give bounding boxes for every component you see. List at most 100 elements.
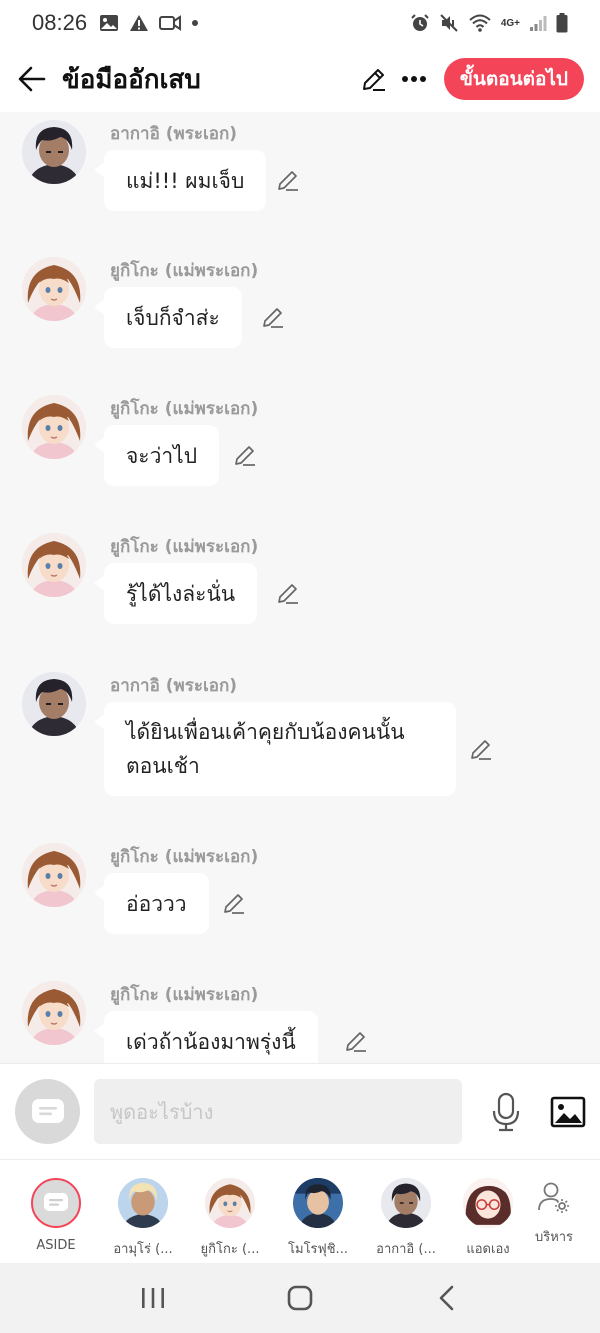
status-system-icons: 4G+: [410, 13, 568, 33]
avatar[interactable]: [22, 981, 86, 1045]
edit-message-button[interactable]: [273, 578, 303, 608]
sender-name: อากาอิ (พระเอก): [110, 676, 238, 696]
avatar[interactable]: [22, 672, 86, 736]
network-type-label: 4G+: [500, 17, 520, 29]
status-bar: 08:26 4G+: [0, 0, 600, 46]
pencil-icon: [471, 740, 491, 760]
edit-message-button[interactable]: [258, 302, 288, 332]
back-nav-button[interactable]: [417, 1268, 477, 1328]
microphone-icon: [492, 1092, 520, 1132]
character-avatar-yukiko: [22, 257, 86, 321]
navigation-bar: [0, 1263, 600, 1333]
chat-area[interactable]: อากาอิ (พระเอก) แม่!!! ผมเจ็บ ยูกิโกะ (แ…: [0, 112, 600, 1063]
avatar[interactable]: [22, 533, 86, 597]
header: ข้อมืออักเสบ ขั้นตอนต่อไป: [0, 46, 600, 112]
message-input[interactable]: [94, 1079, 462, 1144]
video-icon: [159, 15, 182, 31]
next-step-button[interactable]: ขั้นตอนต่อไป: [443, 58, 584, 100]
character-yukiko[interactable]: ยูกิโกะ (...: [188, 1160, 272, 1264]
character-avatar-admin: [463, 1178, 513, 1228]
back-button[interactable]: [2, 49, 62, 109]
pencil-icon: [362, 69, 385, 91]
character-avatar-yukiko: [22, 981, 86, 1045]
dot-icon: [191, 19, 199, 27]
sender-name: อากาอิ (พระเอก): [110, 124, 238, 144]
header-actions: ขั้นตอนต่อไป: [354, 58, 600, 100]
wifi-icon: [468, 13, 492, 33]
message-bubble[interactable]: รู้ได้ไงล่ะนั่น: [93, 563, 258, 624]
message-bubble[interactable]: ได้ยินเพื่อนเค้าคุยกับน้องคนนั้น ตอนเช้า: [94, 702, 456, 796]
pencil-icon: [278, 171, 298, 191]
character-avatar-yukiko: [22, 533, 86, 597]
edit-message-button[interactable]: [230, 440, 260, 470]
avatar[interactable]: [22, 257, 86, 321]
sender-name: ยูกิโกะ (แม่พระเอก): [110, 985, 259, 1005]
avatar[interactable]: [22, 395, 86, 459]
message-mode-button[interactable]: [15, 1079, 80, 1144]
sender-name: ยูกิโกะ (แม่พระเอก): [110, 847, 259, 867]
input-bar: [0, 1063, 600, 1159]
character-akai[interactable]: อากาอิ (...: [364, 1160, 448, 1264]
character-aside[interactable]: ASIDE: [14, 1160, 98, 1264]
pencil-icon: [263, 308, 283, 328]
chat-bubble-icon: [44, 1193, 68, 1211]
message-bubble[interactable]: อ่อววว: [94, 873, 209, 934]
character-label: ยูกิโกะ (...: [200, 1242, 260, 1257]
user-settings-icon: [538, 1182, 569, 1213]
manage-label: บริหาร: [534, 1230, 574, 1245]
arrow-left-icon: [18, 66, 46, 92]
character-label: ASIDE: [36, 1238, 76, 1253]
character-label: โมโรฟุชิ...: [288, 1242, 348, 1257]
character-avatar-akai: [22, 120, 86, 184]
recent-apps-icon: [142, 1288, 165, 1308]
status-notification-icons: [99, 14, 199, 32]
character-avatar-amuro: [118, 1178, 168, 1228]
avatar: [381, 1178, 431, 1228]
message-bubble[interactable]: เจ็บก็จำส่ะ: [94, 287, 242, 348]
character-label: แอดเอง: [466, 1242, 510, 1257]
gallery-icon: [99, 14, 119, 32]
signal-icon: [529, 14, 547, 32]
avatar: [463, 1178, 513, 1228]
pencil-icon: [278, 584, 298, 604]
pencil-icon: [224, 894, 244, 914]
character-bar: ASIDE อามุโร่ (... ยูกิโกะ (... โมโรฟุชิ…: [0, 1159, 600, 1263]
status-time: 08:26: [32, 10, 88, 35]
avatar[interactable]: [22, 843, 86, 907]
edit-message-button[interactable]: [466, 734, 496, 764]
more-options-button[interactable]: [394, 59, 434, 99]
character-admin[interactable]: แอดเอง: [446, 1160, 530, 1264]
manage-characters-button[interactable]: บริหาร: [524, 1160, 584, 1264]
character-avatar-morofushi: [293, 1178, 343, 1228]
voice-input-button[interactable]: [484, 1088, 528, 1136]
character-avatar-yukiko: [22, 395, 86, 459]
recent-apps-button[interactable]: [123, 1268, 183, 1328]
image-icon: [550, 1096, 586, 1128]
chat-bubble-icon: [31, 1098, 64, 1123]
character-label: อากาอิ (...: [376, 1242, 436, 1257]
character-avatar-yukiko: [205, 1178, 255, 1228]
edit-message-button[interactable]: [273, 165, 303, 195]
avatar: [118, 1178, 168, 1228]
edit-message-button[interactable]: [341, 1026, 371, 1056]
message-bubble[interactable]: เด่วถ้าน้องมาพรุ่งนี้: [94, 1011, 318, 1063]
edit-title-button[interactable]: [354, 59, 394, 99]
message-bubble[interactable]: จะว่าไป: [93, 425, 220, 486]
mute-icon: [439, 13, 459, 33]
avatar: [293, 1178, 343, 1228]
edit-message-button[interactable]: [219, 888, 249, 918]
sender-name: ยูกิโกะ (แม่พระเอก): [110, 399, 259, 419]
insert-image-button[interactable]: [546, 1090, 590, 1134]
character-morofushi[interactable]: โมโรฟุชิ...: [276, 1160, 360, 1264]
home-button[interactable]: [270, 1268, 330, 1328]
more-horizontal-icon: [401, 76, 426, 82]
page-title: ข้อมืออักเสบ: [62, 64, 201, 95]
pencil-icon: [235, 446, 255, 466]
battery-icon: [556, 13, 568, 33]
sender-name: ยูกิโกะ (แม่พระเอก): [110, 261, 259, 281]
character-amuro[interactable]: อามุโร่ (...: [101, 1160, 185, 1264]
character-avatar-akai: [381, 1178, 431, 1228]
message-bubble[interactable]: แม่!!! ผมเจ็บ: [93, 150, 267, 211]
avatar: [205, 1178, 255, 1228]
avatar[interactable]: [22, 120, 86, 184]
